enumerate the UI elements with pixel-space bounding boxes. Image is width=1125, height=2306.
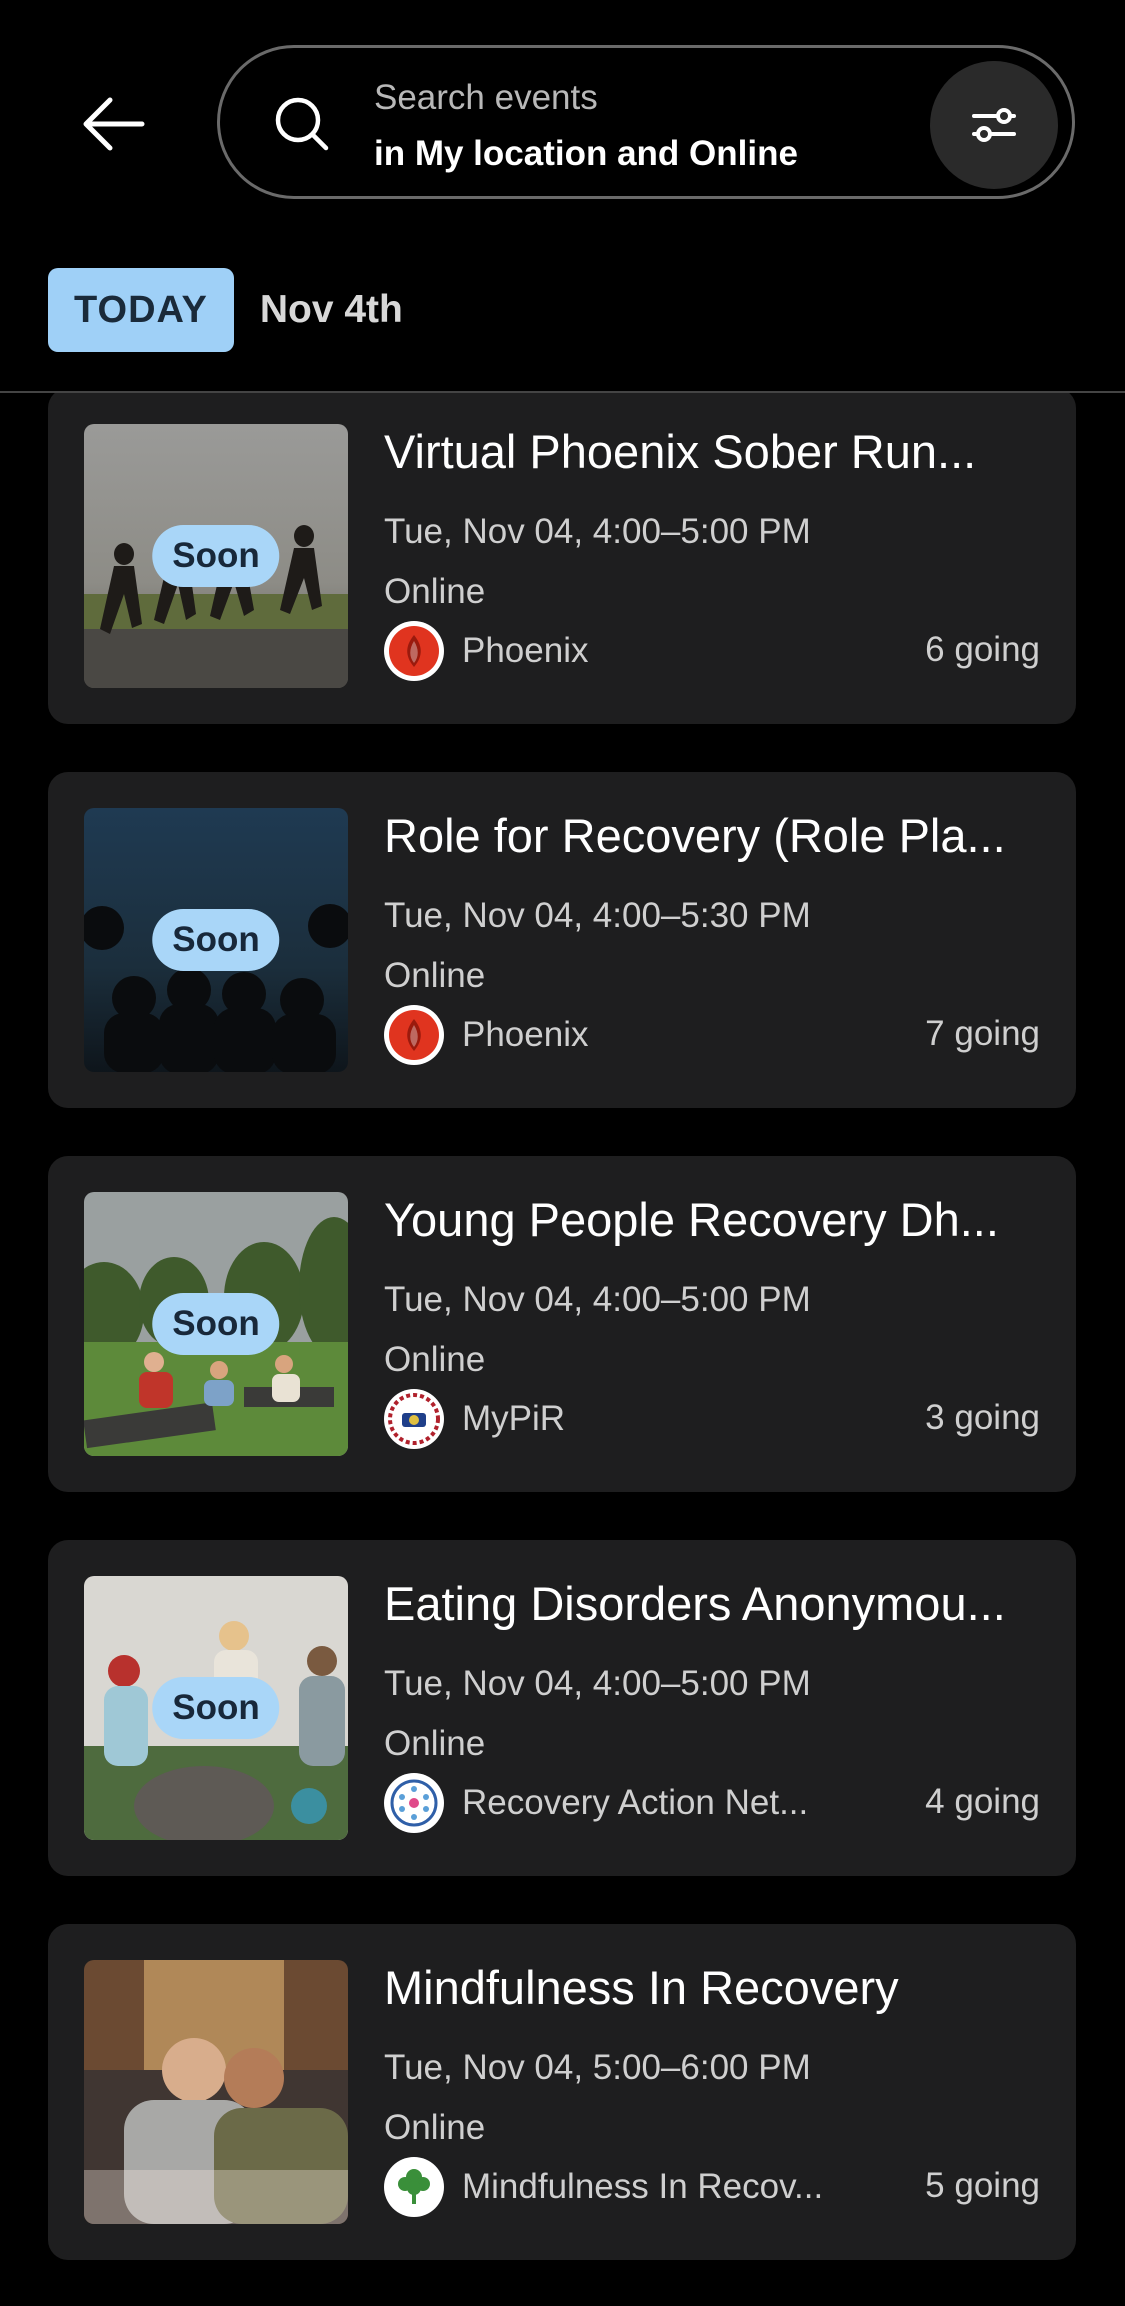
event-title: Eating Disorders Anonymou... <box>384 1577 1006 1630</box>
attendee-count: 6 going <box>925 630 1040 669</box>
organizer-name: Recovery Action Net... <box>462 1783 809 1822</box>
attendee-count: 3 going <box>925 1398 1040 1437</box>
soon-badge: Soon <box>152 1293 280 1355</box>
organizer-name: Mindfulness In Recov... <box>462 2167 824 2206</box>
organizer-name: Phoenix <box>462 1015 589 1054</box>
arrow-left-icon <box>83 97 145 151</box>
search-icon <box>275 97 329 151</box>
recovery-action-network-logo-icon <box>384 1773 444 1833</box>
date-label: Nov 4th <box>259 288 403 331</box>
event-card[interactable]: Soon Eating Disorders Anonymou... Tue, N… <box>48 1540 1076 1876</box>
event-card[interactable]: Soon Young People Recovery Dh... Tue, No… <box>48 1156 1076 1492</box>
soon-badge: Soon <box>152 1677 280 1739</box>
event-datetime: Tue, Nov 04, 5:00–6:00 PM <box>384 2048 811 2087</box>
search-bar[interactable]: Search events in My location and Online <box>217 45 1075 199</box>
top-bar: Search events in My location and Online … <box>0 0 1125 393</box>
event-organizer: Phoenix <box>384 621 588 681</box>
search-placeholder: Search events <box>374 78 598 117</box>
event-thumbnail <box>84 1960 348 2224</box>
soon-badge: Soon <box>152 525 280 587</box>
event-card[interactable]: Soon Virtual Phoenix Sober Run... Tue, N… <box>48 388 1076 724</box>
event-datetime: Tue, Nov 04, 4:00–5:30 PM <box>384 896 811 935</box>
phoenix-logo-icon <box>384 621 444 681</box>
event-card[interactable]: Mindfulness In Recovery Tue, Nov 04, 5:0… <box>48 1924 1076 2260</box>
event-title: Role for Recovery (Role Pla... <box>384 809 1006 862</box>
event-thumbnail: Soon <box>84 424 348 688</box>
event-location: Online <box>384 2108 486 2147</box>
organizer-name: MyPiR <box>462 1399 566 1438</box>
event-title: Virtual Phoenix Sober Run... <box>384 425 977 478</box>
attendee-count: 5 going <box>925 2166 1040 2205</box>
event-card[interactable]: Soon Role for Recovery (Role Pla... Tue,… <box>48 772 1076 1108</box>
soon-badge: Soon <box>152 909 280 971</box>
filter-button[interactable] <box>930 61 1058 189</box>
event-title: Mindfulness In Recovery <box>384 1961 899 2014</box>
event-organizer: Phoenix <box>384 1005 588 1065</box>
attendee-count: 7 going <box>925 1014 1040 1053</box>
event-title: Young People Recovery Dh... <box>384 1193 999 1246</box>
event-datetime: Tue, Nov 04, 4:00–5:00 PM <box>384 1664 811 1703</box>
back-button[interactable] <box>74 88 154 160</box>
event-location: Online <box>384 1724 486 1763</box>
event-organizer: Mindfulness In Recov... <box>384 2157 823 2217</box>
event-datetime: Tue, Nov 04, 4:00–5:00 PM <box>384 1280 811 1319</box>
organizer-name: Phoenix <box>462 631 589 670</box>
event-location: Online <box>384 956 486 995</box>
mypir-logo-icon <box>384 1389 444 1449</box>
search-location-label[interactable]: in My location and Online <box>374 134 798 174</box>
attendee-count: 4 going <box>925 1782 1040 1821</box>
event-organizer: Recovery Action Net... <box>384 1773 808 1833</box>
event-thumbnail: Soon <box>84 1192 348 1456</box>
event-thumbnail: Soon <box>84 1576 348 1840</box>
header-divider <box>0 391 1125 393</box>
tree-logo-icon <box>384 2157 444 2217</box>
filter-sliders-icon <box>972 108 1016 142</box>
today-badge: TODAY <box>48 268 234 352</box>
event-thumbnail: Soon <box>84 808 348 1072</box>
event-datetime: Tue, Nov 04, 4:00–5:00 PM <box>384 512 811 551</box>
date-header: TODAY Nov 4th <box>48 268 403 352</box>
event-location: Online <box>384 1340 486 1379</box>
event-location: Online <box>384 572 486 611</box>
phoenix-logo-icon <box>384 1005 444 1065</box>
event-organizer: MyPiR <box>384 1389 565 1449</box>
